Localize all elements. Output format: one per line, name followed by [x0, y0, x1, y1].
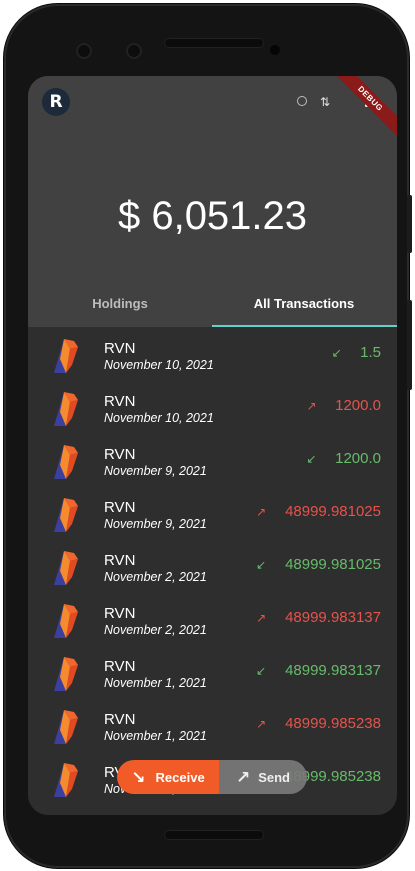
arrow-out-icon: ↗: [256, 505, 267, 519]
send-label: Send: [258, 769, 291, 785]
transaction-date: November 9, 2021: [104, 464, 207, 478]
rvn-bird-icon: [54, 604, 78, 638]
transaction-amount: 48999.983137: [285, 662, 381, 679]
asset-name: RVN: [104, 393, 136, 410]
proximity-sensor: [270, 45, 280, 55]
rvn-bird-icon: [54, 551, 78, 585]
arrow-out-icon: ↗: [306, 399, 317, 413]
asset-name: RVN: [104, 711, 136, 728]
transaction-amount: 1200.0: [335, 397, 381, 414]
total-balance: $ 6,051.23: [117, 194, 308, 238]
front-camera: [76, 43, 92, 59]
transaction-date: November 9, 2021: [104, 517, 207, 531]
bottom-speaker: [164, 830, 264, 840]
receive-button[interactable]: ↘ Receive: [117, 760, 219, 794]
power-button: [407, 195, 412, 253]
asset-name: RVN: [104, 658, 136, 675]
asset-name: RVN: [104, 499, 136, 516]
front-sensor: [126, 43, 142, 59]
transaction-date: November 1, 2021: [104, 729, 207, 743]
arrow-out-icon: ↗: [256, 611, 267, 625]
arrow-in-icon: ↙: [331, 346, 342, 360]
phone-frame: R ⇅ DEBUG $ 6,051.23 Holdings All Transa…: [4, 4, 409, 868]
transaction-row[interactable]: RVN November 10, 2021 1.5 ↙: [28, 327, 397, 380]
earpiece-speaker: [164, 38, 264, 48]
app-header: R ⇅ DEBUG $ 6,051.23 Holdings All Transa…: [28, 76, 397, 327]
transaction-row[interactable]: RVN November 1, 2021 48999.985238 ↗: [28, 698, 397, 751]
tab-holdings[interactable]: Holdings: [28, 280, 212, 327]
rvn-bird-icon: [54, 657, 78, 691]
asset-name: RVN: [104, 605, 136, 622]
rvn-bird-icon: [54, 763, 78, 797]
transaction-row[interactable]: RVN November 9, 2021 1200.0 ↙: [28, 433, 397, 486]
transaction-amount: 48999.985238: [285, 715, 381, 732]
asset-name: RVN: [104, 340, 136, 357]
action-buttons: ↘ Receive ↗ Send: [117, 760, 307, 794]
transaction-row[interactable]: RVN November 1, 2021 48999.983137 ↙: [28, 645, 397, 698]
arrow-up-right-icon: ↗: [235, 767, 251, 787]
app-screen: R ⇅ DEBUG $ 6,051.23 Holdings All Transa…: [28, 76, 397, 815]
ravencoin-logo-icon[interactable]: R: [42, 88, 70, 116]
transaction-amount: 1.5: [360, 344, 381, 361]
transaction-amount: 48999.981025: [285, 503, 381, 520]
receive-label: Receive: [155, 769, 205, 785]
transaction-amount: 1200.0: [335, 450, 381, 467]
rvn-bird-icon: [54, 445, 78, 479]
swap-icon[interactable]: ⇅: [315, 92, 335, 112]
transaction-date: November 2, 2021: [104, 570, 207, 584]
volume-button: [407, 300, 412, 390]
transaction-amount: 48999.981025: [285, 556, 381, 573]
asset-name: RVN: [104, 446, 136, 463]
arrow-in-icon: ↙: [256, 664, 267, 678]
send-button[interactable]: ↗ Send: [219, 760, 307, 794]
rvn-bird-icon: [54, 710, 78, 744]
arrow-in-icon: ↙: [256, 558, 267, 572]
asset-name: RVN: [104, 552, 136, 569]
rvn-bird-icon: [54, 498, 78, 532]
arrow-out-icon: ↗: [256, 717, 267, 731]
transaction-date: November 2, 2021: [104, 623, 207, 637]
transaction-date: November 1, 2021: [104, 676, 207, 690]
arrow-down-right-icon: ↘: [131, 767, 146, 787]
status-circle-icon[interactable]: [292, 92, 312, 112]
transaction-row[interactable]: RVN November 2, 2021 48999.981025 ↙: [28, 539, 397, 592]
rvn-bird-icon: [54, 392, 78, 426]
transaction-row[interactable]: RVN November 2, 2021 48999.983137 ↗: [28, 592, 397, 645]
tab-all-transactions[interactable]: All Transactions: [212, 280, 396, 327]
arrow-in-icon: ↙: [306, 452, 317, 466]
tab-bar: Holdings All Transactions: [28, 280, 397, 327]
transaction-row[interactable]: RVN November 10, 2021 1200.0 ↗: [28, 380, 397, 433]
transaction-amount: 48999.983137: [285, 609, 381, 626]
transaction-date: November 10, 2021: [104, 358, 214, 372]
transaction-row[interactable]: RVN November 9, 2021 48999.981025 ↗: [28, 486, 397, 539]
rvn-bird-icon: [54, 339, 78, 373]
transaction-date: November 10, 2021: [104, 411, 214, 425]
